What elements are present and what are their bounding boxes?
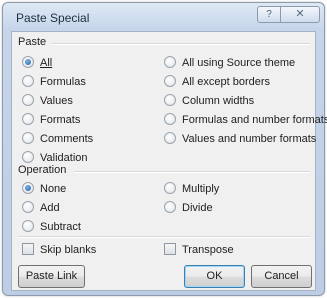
paste-option-validation[interactable]: Validation [22,151,88,164]
option-label: All using Source theme [182,57,296,69]
option-label: Column widths [182,95,255,107]
radio-selected-icon[interactable] [22,182,34,194]
operation-option-multiply[interactable]: Multiply [164,182,219,195]
close-icon[interactable]: ✕ [280,6,320,23]
operation-option-divide[interactable]: Divide [164,201,213,214]
paste-option-formulas[interactable]: Formulas [22,75,86,88]
radio-icon[interactable] [164,75,176,87]
operation-section-label: Operation [18,164,67,176]
paste-option-values-number-formats[interactable]: Values and number formats [164,132,316,145]
radio-icon[interactable] [22,201,34,213]
option-label: Formats [40,114,81,126]
paste-option-all-except-borders[interactable]: All except borders [164,75,270,88]
radio-icon[interactable] [164,182,176,194]
option-label: All [40,57,53,69]
dialog-content: Paste All Formulas Values Formats Commen… [11,31,327,291]
dialog-title: Paste Special [16,11,90,25]
option-label: Formulas and number formats [182,114,327,126]
option-label: Divide [182,202,213,214]
option-label: Add [40,202,60,214]
option-label: Comments [40,133,94,145]
paste-option-formulas-number-formats[interactable]: Formulas and number formats [164,113,327,126]
operation-divider [74,171,310,173]
checkbox-divider [18,236,310,238]
paste-section-label: Paste [18,36,47,48]
checkbox-label: Transpose [182,244,234,256]
radio-icon[interactable] [22,132,34,144]
radio-icon[interactable] [164,94,176,106]
operation-option-none[interactable]: None [22,182,66,195]
paste-special-dialog: Paste Special ? ✕ Paste All Formulas Val… [2,2,327,296]
paste-option-comments[interactable]: Comments [22,132,93,145]
transpose-checkbox[interactable]: Transpose [164,243,234,256]
paste-link-button[interactable]: Paste Link [18,265,85,288]
paste-option-all-source-theme[interactable]: All using Source theme [164,56,295,69]
paste-option-formats[interactable]: Formats [22,113,80,126]
option-label: Values and number formats [182,133,317,145]
help-icon[interactable]: ? [257,6,281,23]
paste-option-all[interactable]: All [22,56,52,69]
paste-option-column-widths[interactable]: Column widths [164,94,254,107]
radio-icon[interactable] [22,151,34,163]
radio-icon[interactable] [22,113,34,125]
option-label: All except borders [182,76,271,88]
option-label: None [40,183,67,195]
checkbox-icon[interactable] [22,243,34,255]
checkbox-label: Skip blanks [40,244,97,256]
ok-button[interactable]: OK [184,265,245,288]
operation-option-subtract[interactable]: Subtract [22,220,81,233]
radio-icon[interactable] [164,201,176,213]
option-label: Validation [40,152,88,164]
option-label: Values [40,95,73,107]
operation-option-add[interactable]: Add [22,201,60,214]
radio-icon[interactable] [22,94,34,106]
skip-blanks-checkbox[interactable]: Skip blanks [22,243,96,256]
cancel-button[interactable]: Cancel [251,265,312,288]
radio-icon[interactable] [22,220,34,232]
radio-icon[interactable] [164,132,176,144]
radio-icon[interactable] [164,56,176,68]
option-label: Subtract [40,221,81,233]
title-bar: Paste Special ? ✕ [3,3,324,33]
option-label: Formulas [40,76,86,88]
paste-divider [52,43,310,45]
checkbox-icon[interactable] [164,243,176,255]
radio-selected-icon[interactable] [22,56,34,68]
radio-icon[interactable] [164,113,176,125]
option-label: Multiply [182,183,220,195]
radio-icon[interactable] [22,75,34,87]
paste-option-values[interactable]: Values [22,94,73,107]
